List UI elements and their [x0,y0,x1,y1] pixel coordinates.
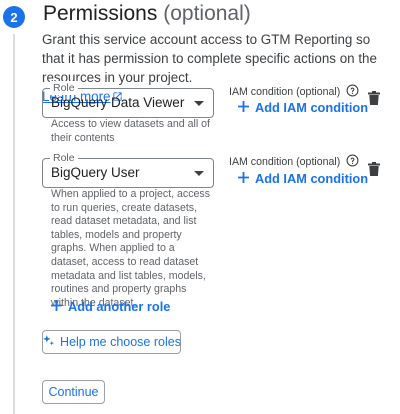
help-circle-icon[interactable] [346,84,359,100]
step-number-badge: 2 [3,6,25,28]
step-connector-line [13,34,15,414]
help-circle-icon[interactable] [346,154,359,170]
help-me-choose-roles-label: Help me choose roles [60,335,181,349]
role-select-1-value: BigQuery Data Viewer [51,95,185,110]
section-title-suffix: (optional) [163,2,251,25]
add-iam-condition-label-2: Add IAM condition [255,171,369,186]
role-select-2[interactable]: Role BigQuery User [42,151,214,188]
continue-button[interactable]: Continue [42,380,105,404]
role-select-2-value: BigQuery User [51,165,140,180]
plus-icon [238,171,249,186]
role-1-description: Access to view datasets and all of their… [51,118,210,144]
iam-condition-label-1: IAM condition (optional) [229,84,359,100]
trash-icon[interactable] [368,162,380,181]
iam-condition-label-1-text: IAM condition (optional) [229,86,341,98]
iam-condition-label-2: IAM condition (optional) [229,154,359,170]
plus-icon [238,100,249,115]
section-title: Permissions (optional) [43,2,251,26]
add-another-role-button[interactable]: Add another role [51,299,170,314]
add-iam-condition-button-1[interactable]: Add IAM condition [238,100,368,115]
add-iam-condition-button-2[interactable]: Add IAM condition [238,171,368,186]
section-title-text: Permissions [43,2,158,25]
add-another-role-label: Add another role [68,299,171,314]
dropdown-arrow-icon [194,171,204,176]
description-text: Grant this service account access to GTM… [42,32,377,85]
role-select-2-legend: Role [50,151,78,165]
continue-label: Continue [48,385,99,399]
iam-condition-label-2-text: IAM condition (optional) [229,156,341,168]
help-me-choose-roles-button[interactable]: Help me choose roles [42,330,181,354]
trash-icon[interactable] [368,91,380,110]
sparkle-icon [42,334,55,350]
add-iam-condition-label-1: Add IAM condition [255,100,369,115]
plus-icon [51,299,62,314]
dropdown-arrow-icon [194,101,204,106]
role-select-1[interactable]: Role BigQuery Data Viewer [42,81,214,118]
role-2-description: When applied to a project, access to run… [51,188,210,309]
role-select-1-legend: Role [50,81,78,95]
